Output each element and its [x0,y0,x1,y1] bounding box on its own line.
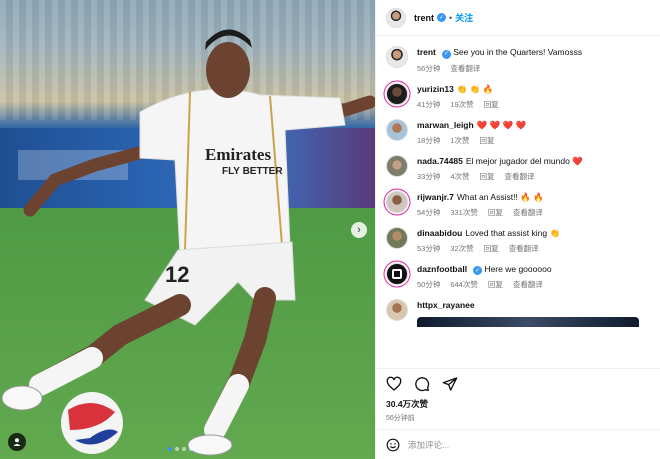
post-viewer: Emirates FLY BETTER 12 › trent ✓ • 关注 tr… [0,0,660,459]
comment-time: 18分钟 [417,135,441,145]
post-side-panel: trent ✓ • 关注 trent ✓ See you in the Quart… [375,0,660,459]
comment-time: 33分钟 [417,171,441,181]
comment-likes[interactable]: 4次赞 [450,171,469,182]
comment-likes[interactable]: 644次赞 [450,279,478,290]
comment: dinaabidou Loved that assist king 👏 53分钟 … [386,226,650,254]
chevron-right-icon[interactable]: › [351,222,367,238]
post-actions [376,368,660,398]
comment-time: 41分钟 [417,99,441,109]
post-time: 56分钟前 [386,415,415,422]
jersey-number: 12 [165,262,189,287]
comment: daznfootball ✓ Here we goooooo 50分钟 644次赞… [386,262,650,291]
commenter-avatar[interactable] [386,190,408,213]
follow-button[interactable]: 关注 [455,11,473,24]
commenter-avatar[interactable] [386,262,408,285]
reply-button[interactable]: 回复 [488,279,503,290]
author-avatar[interactable] [386,7,406,28]
reply-button[interactable]: 回复 [484,243,499,254]
commenter-avatar[interactable] [386,226,408,249]
comment-media-preview[interactable] [417,317,639,327]
translate-link[interactable]: 查看翻译 [509,243,539,254]
comment: httpx_rayanee [386,299,650,327]
comment-text: Loved that assist king 👏 [465,227,561,238]
comment-user[interactable]: dinaabidou [417,228,462,238]
commenter-avatar[interactable] [386,82,408,105]
comment-text: 👏 👏 🔥 [456,83,494,94]
player-illustration: Emirates FLY BETTER 12 [1,29,375,456]
share-icon[interactable] [442,376,458,392]
caption-text: See you in the Quarters! Vamosss [453,47,583,57]
post-photo[interactable]: Emirates FLY BETTER 12 › [0,0,375,459]
comment-input[interactable] [408,439,650,450]
author-avatar[interactable] [386,46,408,68]
translate-link[interactable]: 查看翻译 [513,279,543,290]
comment-text: What an Assist!! 🔥 🔥 [456,191,544,202]
commenter-avatar[interactable] [386,118,408,141]
comment: rijwanjr.7 What an Assist!! 🔥 🔥 54分钟 331次… [386,190,650,218]
jersey-sponsor-2: FLY BETTER [222,166,283,177]
comment-user[interactable]: marwan_leigh [417,120,474,130]
verified-badge-icon: ✓ [441,49,451,59]
translate-link[interactable]: 查看翻译 [513,207,543,218]
carousel-dots [168,447,193,451]
comment-text: El mejor jugador del mundo ❤️ [465,155,583,166]
comment-likes[interactable]: 19次赞 [450,99,473,110]
caption: trent ✓ See you in the Quarters! Vamosss … [386,46,650,74]
comment-text: ❤️ ❤️ ❤️ ❤️ [476,119,527,130]
comment-user[interactable]: daznfootball [417,264,467,274]
like-count[interactable]: 30.4万次赞 [376,398,660,410]
person-tag-icon[interactable] [8,433,26,451]
comment-icon[interactable] [414,376,430,392]
translate-link[interactable]: 查看翻译 [505,171,535,182]
comment-likes[interactable]: 1次赞 [450,135,469,146]
comment: marwan_leigh ❤️ ❤️ ❤️ ❤️ 18分钟 1次赞 回复 [386,118,650,146]
comment-user[interactable]: httpx_rayanee [417,300,475,310]
heart-icon[interactable] [386,376,402,392]
comment-time: 50分钟 [417,280,441,289]
comment-likes[interactable]: 32次赞 [450,243,473,254]
post-header: trent ✓ • 关注 [376,0,660,36]
reply-button[interactable]: 回复 [480,135,495,146]
reply-button[interactable]: 回复 [484,99,499,110]
caption-time: 56分钟 [417,63,441,73]
comment-user[interactable]: yurizin13 [417,84,454,94]
reply-button[interactable]: 回复 [488,207,503,218]
reply-button[interactable]: 回复 [480,171,495,182]
jersey-sponsor-1: Emirates [205,145,271,164]
commenter-avatar[interactable] [386,154,408,177]
add-comment-bar [376,429,660,459]
comment-time: 54分钟 [417,207,441,217]
separator: • [449,12,453,23]
verified-badge-icon: ✓ [473,266,483,275]
comment-user[interactable]: nada.74485 [417,156,463,166]
verified-badge-icon: ✓ [437,13,446,22]
comment: nada.74485 El mejor jugador del mundo ❤️ … [386,154,650,182]
comment-user[interactable]: rijwanjr.7 [417,192,454,202]
comment: yurizin13 👏 👏 🔥 41分钟 19次赞 回复 [386,82,650,110]
comment-likes[interactable]: 331次赞 [450,207,478,218]
comment-text: Here we goooooo [484,263,552,274]
author-name[interactable]: trent [414,13,434,23]
comment-list[interactable]: trent ✓ See you in the Quarters! Vamosss … [376,36,660,368]
caption-author[interactable]: trent [417,47,436,57]
commenter-avatar[interactable] [386,299,408,321]
emoji-icon[interactable] [386,438,400,452]
caption-translate-link[interactable]: 查看翻译 [450,63,480,74]
comment-time: 53分钟 [417,243,441,253]
